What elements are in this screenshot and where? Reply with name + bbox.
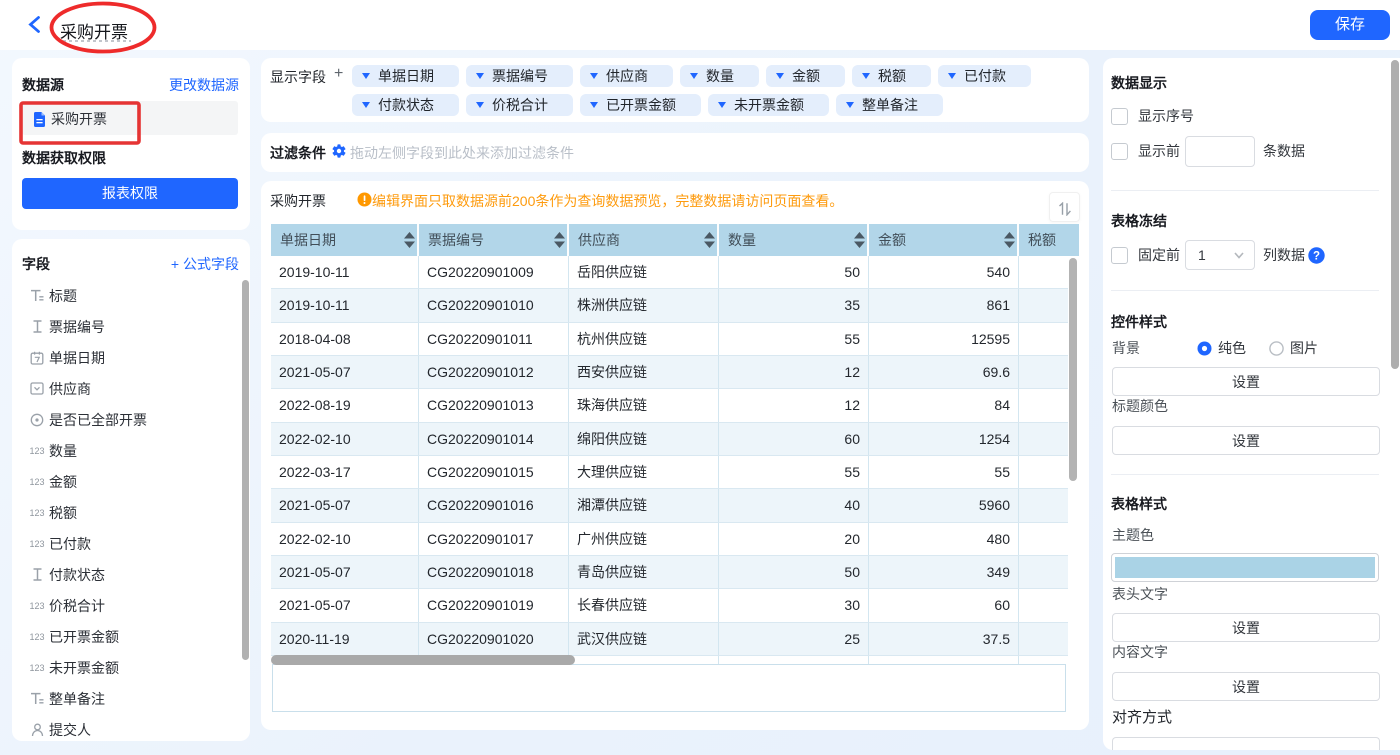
svg-text:?: ?	[1313, 251, 1320, 263]
